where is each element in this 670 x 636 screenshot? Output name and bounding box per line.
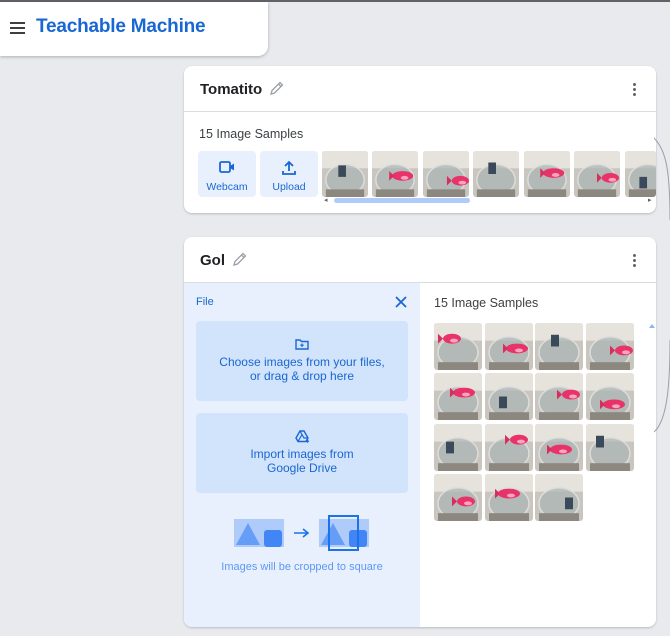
crop-note: Images will be cropped to square (221, 561, 383, 573)
image-sample-thumbnail[interactable] (535, 424, 583, 471)
file-upload-panel: File Choose images from your files, or d… (184, 283, 420, 627)
upload-button[interactable]: Upload (260, 151, 318, 197)
app-title[interactable]: Teachable Machine (36, 16, 206, 38)
choose-files-line1: Choose images from your files, (219, 355, 385, 369)
image-sample-thumbnail[interactable] (434, 424, 482, 471)
hamburger-menu-icon[interactable] (10, 22, 25, 34)
image-sample-thumbnail[interactable] (322, 151, 368, 197)
image-sample-thumbnail[interactable] (535, 323, 583, 370)
connector-line (654, 137, 670, 220)
sample-count-label: 15 Image Samples (199, 127, 304, 141)
pencil-icon[interactable] (232, 251, 248, 267)
app-header: Teachable Machine (0, 2, 268, 56)
choose-files-line2: or drag & drop here (249, 369, 355, 383)
google-drive-import[interactable]: Import images from Google Drive (196, 413, 408, 493)
webcam-button[interactable]: Webcam (198, 151, 256, 197)
image-sample-thumbnail[interactable] (524, 151, 570, 197)
image-sample-thumbnail[interactable] (625, 151, 656, 197)
pencil-icon[interactable] (269, 80, 285, 96)
image-sample-thumbnail[interactable] (485, 424, 533, 471)
choose-files-dropzone[interactable]: Choose images from your files, or drag &… (196, 321, 408, 401)
scroll-up-icon[interactable] (648, 322, 656, 330)
webcam-label: Webcam (206, 181, 248, 193)
upload-label: Upload (272, 181, 306, 193)
more-vert-icon[interactable] (632, 83, 636, 97)
image-sample-thumbnail[interactable] (485, 373, 533, 420)
image-sample-thumbnail[interactable] (434, 474, 482, 521)
class-name[interactable]: Gol (200, 252, 225, 269)
connector-line (654, 340, 670, 433)
image-sample-thumbnail[interactable] (586, 323, 634, 370)
upload-icon (282, 160, 296, 175)
class-card-header: Gol (184, 237, 656, 283)
class-card-header: Tomatito (184, 66, 656, 112)
class-name[interactable]: Tomatito (200, 81, 262, 98)
folder-add-icon (295, 339, 309, 350)
image-sample-thumbnail[interactable] (434, 323, 482, 370)
image-sample-thumbnail[interactable] (586, 424, 634, 471)
close-icon[interactable] (394, 295, 408, 309)
sample-count-label: 15 Image Samples (434, 296, 539, 310)
image-sample-thumbnail[interactable] (586, 373, 634, 420)
google-drive-icon (295, 430, 310, 443)
image-sample-thumbnail[interactable] (372, 151, 418, 197)
drive-line1: Import images from (250, 447, 354, 461)
image-sample-thumbnail[interactable] (423, 151, 469, 197)
drive-line2: Google Drive (266, 461, 338, 475)
file-panel-title: File (196, 296, 214, 308)
scroll-left-icon[interactable]: ◂ (324, 196, 328, 204)
more-vert-icon[interactable] (632, 254, 636, 268)
scroll-right-icon[interactable]: ▸ (648, 196, 652, 204)
image-sample-thumbnail[interactable] (535, 373, 583, 420)
image-sample-thumbnail[interactable] (473, 151, 519, 197)
horizontal-scrollbar-thumb[interactable] (334, 198, 470, 203)
webcam-icon (219, 161, 234, 173)
image-sample-thumbnail[interactable] (485, 474, 533, 521)
image-sample-thumbnail[interactable] (535, 474, 583, 521)
image-sample-thumbnail[interactable] (434, 373, 482, 420)
image-sample-thumbnail[interactable] (485, 323, 533, 370)
crop-illustration (234, 515, 369, 551)
image-sample-thumbnail[interactable] (574, 151, 620, 197)
